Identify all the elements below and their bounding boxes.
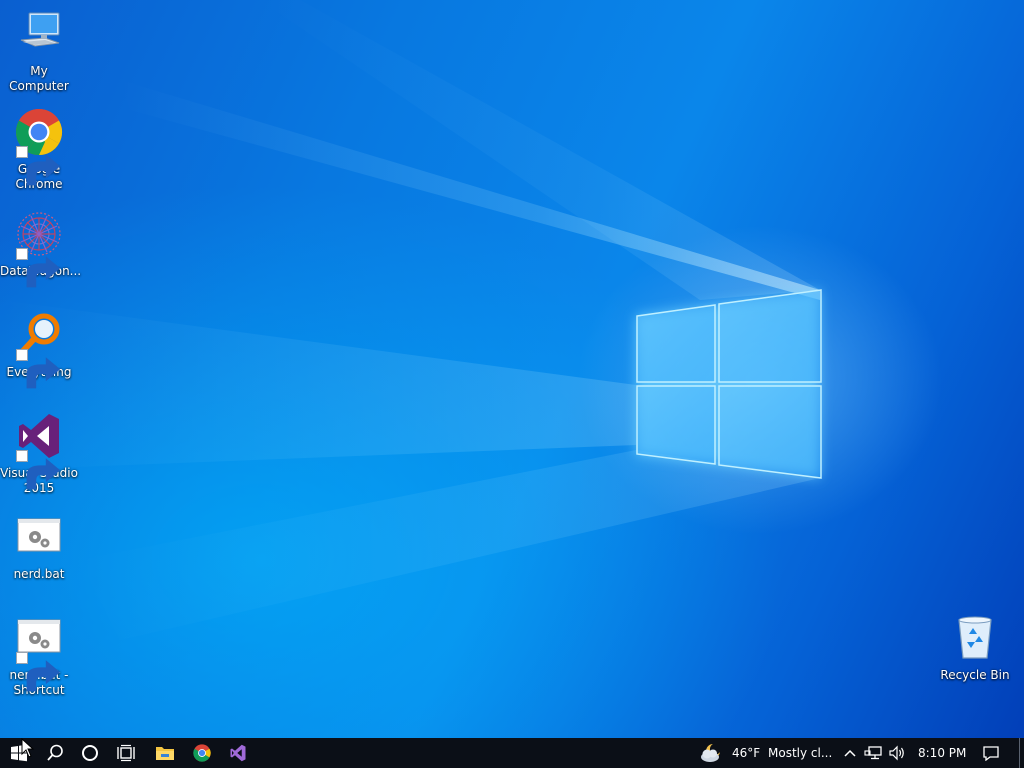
visual-studio-icon [230, 744, 246, 762]
action-center-icon [983, 746, 999, 761]
cloudy-moon-icon [701, 744, 720, 762]
weather-temperature[interactable]: 46°F [732, 738, 760, 768]
desktop-icon-label: My Computer [9, 64, 69, 93]
tray-overflow-button[interactable] [840, 738, 860, 768]
taskbar-app-file-explorer[interactable] [148, 738, 182, 768]
batch-file-icon [15, 513, 63, 561]
datawagon-icon [15, 210, 63, 288]
task-view-icon [117, 744, 135, 762]
shortcut-arrow-icon [16, 450, 61, 490]
action-center-button[interactable] [974, 738, 1008, 768]
clock-time[interactable]: 8:10 PM [918, 738, 966, 768]
network-icon [864, 746, 882, 760]
search-icon [47, 744, 63, 761]
batch-file-icon [15, 614, 63, 692]
desktop-icon-google-chrome[interactable]: Google Chrome [0, 108, 78, 192]
desktop-icon-label: nerd.bat [13, 567, 65, 581]
shortcut-arrow-icon [16, 349, 61, 389]
shortcut-arrow-icon [16, 146, 61, 186]
shortcut-arrow-icon [16, 248, 61, 288]
desktop-icon-visual-studio-2015[interactable]: Visual Studio 2015 [0, 412, 78, 496]
weather-widget[interactable] [696, 738, 726, 768]
desktop-icon-label: Recycle Bin [940, 668, 1010, 682]
desktop-icon-everything[interactable]: Everything [0, 311, 78, 389]
desktop-icon-recycle-bin[interactable]: Recycle Bin [936, 614, 1014, 683]
volume-button[interactable] [886, 738, 908, 768]
desktop-icon-my-computer[interactable]: My Computer [0, 10, 78, 94]
show-desktop-button[interactable] [1019, 738, 1020, 768]
chevron-up-icon [844, 749, 856, 757]
weather-condition[interactable]: Mostly cl... [768, 738, 832, 768]
desktop-icon-datawagon[interactable]: DataWagon... [0, 210, 81, 288]
volume-icon [889, 745, 904, 761]
recycle-bin-icon [951, 614, 999, 662]
windows-start-icon [11, 744, 27, 762]
network-status-button[interactable] [862, 738, 884, 768]
everything-icon [15, 311, 63, 389]
cortana-circle-icon [82, 745, 98, 761]
desktop-wallpaper[interactable]: My Computer Google Chrome [0, 0, 1024, 738]
visual-studio-icon [15, 412, 63, 490]
file-explorer-icon [156, 747, 174, 760]
wallpaper-light-beams [0, 0, 820, 640]
chrome-icon [193, 744, 211, 762]
task-view-button[interactable] [108, 738, 144, 768]
shortcut-arrow-icon [16, 652, 61, 692]
desktop-icon-nerd-bat[interactable]: nerd.bat [0, 513, 78, 582]
taskbar-app-visual-studio[interactable] [220, 738, 256, 768]
taskbar-app-google-chrome[interactable] [184, 738, 220, 768]
taskbar: 46°F Mostly cl... 8:10 PM [0, 738, 1024, 768]
computer-icon [15, 10, 63, 58]
chrome-icon [15, 108, 63, 186]
wallpaper-windows-logo [636, 289, 822, 479]
start-button[interactable] [0, 738, 38, 768]
search-button[interactable] [38, 738, 72, 768]
cortana-button[interactable] [72, 738, 108, 768]
desktop-icon-nerd-bat-shortcut[interactable]: nerd.bat - Shortcut [0, 614, 78, 698]
